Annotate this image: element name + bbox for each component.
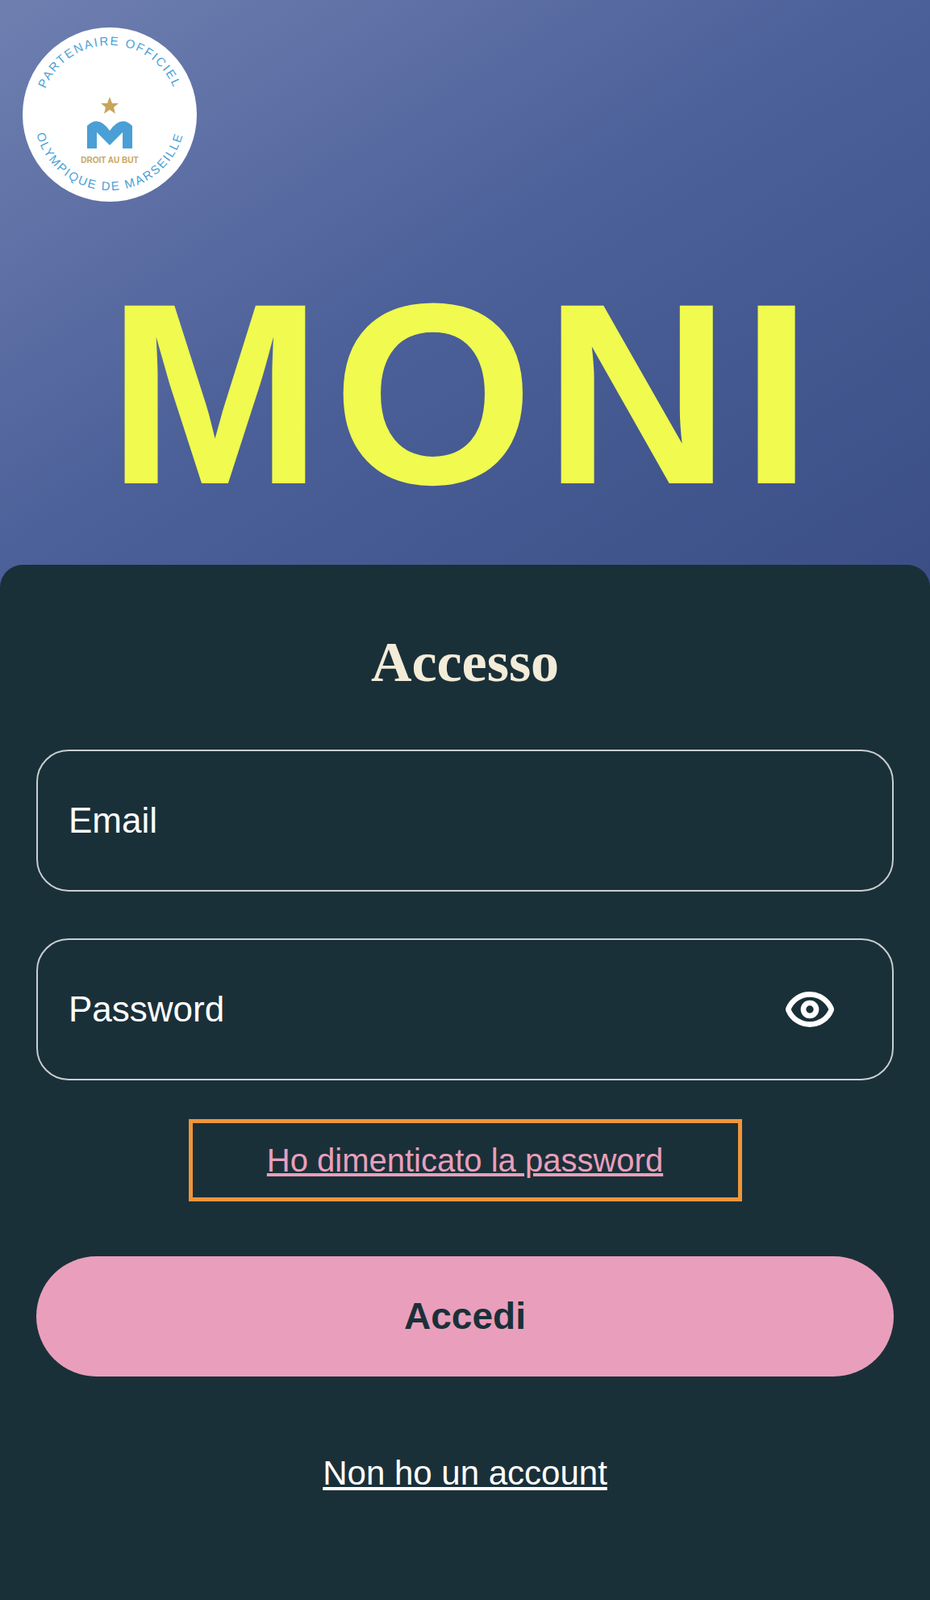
login-title: Accesso [371, 630, 559, 693]
hero-photo: PARTENAIRE OFFICIELOLYMPIQUE DE MARSEILL… [0, 0, 930, 588]
password-input[interactable] [68, 966, 785, 1052]
submit-button[interactable]: Accedi [36, 1255, 894, 1377]
svg-text:DROIT AU BUT: DROIT AU BUT [80, 155, 138, 165]
forgot-password-box: Ho dimenticato la password [188, 1118, 743, 1202]
brand-logo: MONI [107, 290, 823, 497]
partner-badge: PARTENAIRE OFFICIELOLYMPIQUE DE MARSEILL… [22, 27, 197, 202]
eye-icon[interactable] [784, 983, 836, 1035]
forgot-password-link[interactable]: Ho dimenticato la password [266, 1135, 664, 1185]
email-input[interactable] [68, 777, 862, 864]
signup-link[interactable]: Non ho un account [322, 1447, 608, 1498]
password-field[interactable] [36, 938, 894, 1081]
email-field[interactable] [36, 749, 894, 892]
svg-text:PARTENAIRE OFFICIEL: PARTENAIRE OFFICIEL [34, 33, 184, 90]
login-screen: PARTENAIRE OFFICIELOLYMPIQUE DE MARSEILL… [0, 0, 930, 1600]
partner-badge-icon: PARTENAIRE OFFICIELOLYMPIQUE DE MARSEILL… [22, 27, 197, 202]
login-panel: Accesso Ho dimenticato la password Accedi N… [0, 564, 930, 1600]
